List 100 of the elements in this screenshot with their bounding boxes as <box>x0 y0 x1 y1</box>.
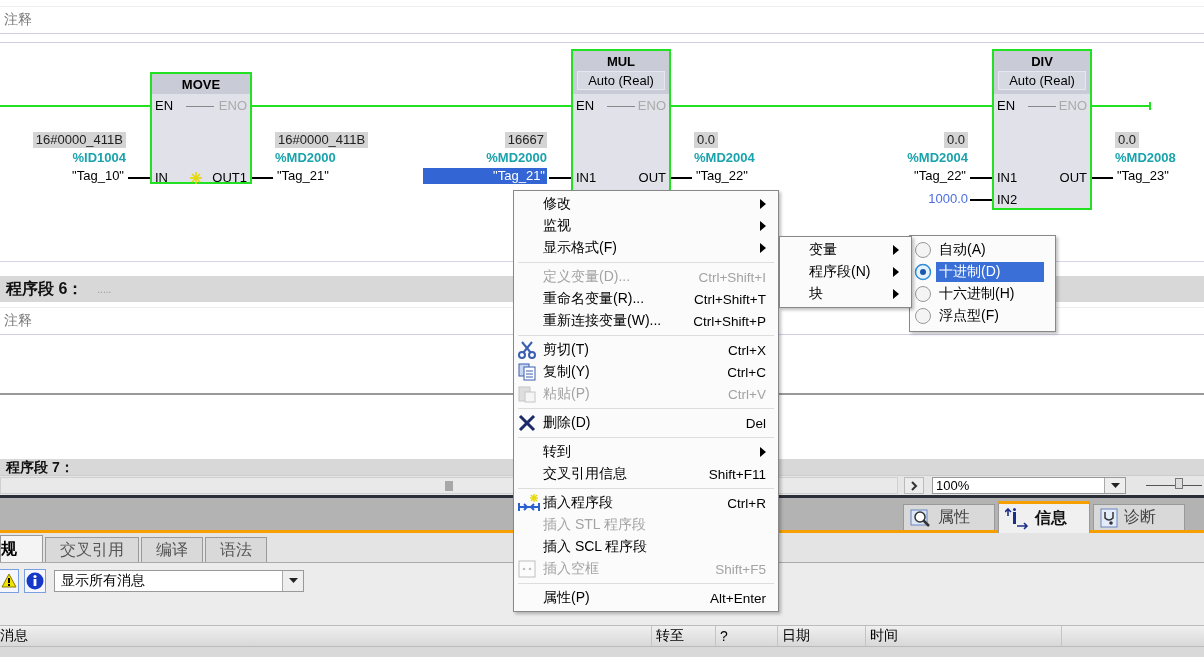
stethoscope-icon <box>1100 507 1118 528</box>
constant-value[interactable]: 1000.0 <box>928 191 968 207</box>
pin-label: OUT <box>1059 170 1087 186</box>
pin-label: OUT <box>638 170 666 186</box>
menu-item[interactable]: 转到 <box>514 441 778 463</box>
tab[interactable]: 语法 <box>205 537 267 562</box>
menu-item[interactable]: 删除(D) Del <box>514 412 778 434</box>
power-rail <box>1091 101 1151 111</box>
inspector-tab[interactable]: 诊断 <box>1093 504 1185 530</box>
warning-filter-button[interactable] <box>0 568 19 593</box>
menu-item[interactable]: 程序段(N) <box>780 261 911 283</box>
chevron-right-icon <box>910 480 918 491</box>
warning-icon <box>1 573 17 588</box>
pin-label: IN2 <box>997 192 1018 208</box>
submenu-arrow-icon <box>760 221 766 231</box>
star-icon <box>190 172 202 184</box>
menu-item[interactable]: 重新连接变量(W)... Ctrl+Shift+P <box>514 310 778 332</box>
dropdown-icon <box>288 578 298 583</box>
info-filter-button[interactable] <box>24 568 46 593</box>
function-block[interactable]: DIV Auto (Real) EN ENO IN1 OUT IN2 <box>992 49 1092 210</box>
dropdown-icon <box>1110 483 1120 488</box>
monitor-value: 0.0 <box>943 132 968 148</box>
block-title: MUL Auto (Real) <box>573 51 669 94</box>
insert-network-icon <box>518 494 540 512</box>
menu-item[interactable]: 十六进制(H) <box>936 284 1044 304</box>
menu-item[interactable]: 监视 <box>514 215 778 237</box>
menu-item[interactable]: 变量 <box>780 239 911 261</box>
block-title: MOVE <box>152 74 250 94</box>
magnifier-icon <box>910 507 932 528</box>
monitor-value: 16#0000_411B <box>275 132 369 148</box>
submenu-arrow-icon <box>893 289 899 299</box>
paste-icon <box>518 385 536 403</box>
column-header[interactable]: 转至 <box>652 626 716 646</box>
radio-button[interactable] <box>914 241 932 259</box>
pin-label: EN <box>997 98 1016 114</box>
pin-label: IN1 <box>576 170 597 186</box>
submenu-arrow-icon <box>893 245 899 255</box>
network-title: 程序段 7： <box>6 459 74 475</box>
data-type-label: Auto (Real) <box>998 71 1086 90</box>
wire <box>127 177 151 179</box>
radio-button[interactable] <box>914 285 932 303</box>
menu-item[interactable]: 交叉引用信息 Shift+F11 <box>514 463 778 485</box>
next-button[interactable] <box>904 477 924 494</box>
menu-item[interactable]: 块 <box>780 283 911 305</box>
inspector-tab[interactable]: 属性 <box>903 504 995 530</box>
submenu-arrow-icon <box>760 447 766 457</box>
operand-tag[interactable]: "Tag_22" <box>694 168 750 184</box>
radio-button[interactable] <box>914 263 932 281</box>
menu-item[interactable]: 插入 SCL 程序段 <box>514 536 778 558</box>
operand-tag[interactable]: "Tag_10" <box>70 168 126 184</box>
inspector-tab[interactable]: 信息 <box>998 501 1090 533</box>
pin-label: ENO <box>637 98 666 114</box>
menu-item[interactable]: 十进制(D) <box>936 262 1044 282</box>
block-title: DIV Auto (Real) <box>994 51 1090 94</box>
operand-address: %MD2004 <box>907 150 968 166</box>
wire <box>251 177 274 179</box>
info-arrows-icon <box>1005 507 1029 530</box>
operand-tag[interactable]: "Tag_21" <box>423 168 547 184</box>
menu-item[interactable]: 自动(A) <box>936 240 1044 260</box>
menu-item[interactable]: 复制(Y) Ctrl+C <box>514 361 778 383</box>
wire <box>548 177 572 179</box>
data-type-label: Auto (Real) <box>577 71 665 90</box>
column-header[interactable]: 消息 <box>0 626 652 646</box>
operand-tag[interactable]: "Tag_22" <box>912 168 968 184</box>
copy-icon <box>518 363 536 381</box>
scissors-icon <box>518 341 536 359</box>
radio-button[interactable] <box>914 307 932 325</box>
tab[interactable]: 规 <box>0 535 43 562</box>
pin-label: ENO <box>218 98 247 114</box>
function-block[interactable]: MOVE EN ENO IN OUT1 <box>150 72 252 184</box>
wire <box>670 177 693 179</box>
menu-item[interactable]: 显示格式(F) <box>514 237 778 259</box>
menu-item[interactable]: 重命名变量(R)... Ctrl+Shift+T <box>514 288 778 310</box>
column-header[interactable]: ? <box>716 626 778 646</box>
monitor-value: 0.0 <box>1115 132 1140 148</box>
operand-address: %MD2000 <box>486 150 547 166</box>
operand-address: %ID1004 <box>72 150 126 166</box>
operand-address: %MD2004 <box>694 150 755 166</box>
delete-icon <box>518 414 536 432</box>
monitor-value: 16667 <box>504 132 547 148</box>
menu-item[interactable]: 浮点型(F) <box>936 306 1044 326</box>
column-header[interactable]: 时间 <box>866 626 1062 646</box>
pin-label: ENO <box>1058 98 1087 114</box>
menu-item[interactable]: 剪切(T) Ctrl+X <box>514 339 778 361</box>
menu-item[interactable]: 插入程序段 Ctrl+R <box>514 492 778 514</box>
operand-address: %MD2008 <box>1115 150 1176 166</box>
slider-thumb[interactable] <box>1174 478 1183 489</box>
tab[interactable]: 交叉引用 <box>45 537 139 562</box>
menu-item[interactable]: 属性(P) Alt+Enter <box>514 587 778 609</box>
zoom-dropdown[interactable]: 100% <box>932 477 1126 494</box>
column-header[interactable]: 日期 <box>778 626 866 646</box>
submenu-arrow-icon <box>760 243 766 253</box>
pin-label: EN <box>155 98 174 114</box>
comment-field[interactable]: 注释 <box>0 6 1204 34</box>
message-filter-dropdown[interactable]: 显示所有消息 <box>54 569 304 592</box>
operand-tag[interactable]: "Tag_21" <box>275 168 331 184</box>
operand-tag[interactable]: "Tag_23" <box>1115 168 1171 184</box>
empty-box-icon <box>518 560 536 578</box>
tab[interactable]: 编译 <box>141 537 203 562</box>
pin-label: OUT1 <box>212 170 247 186</box>
